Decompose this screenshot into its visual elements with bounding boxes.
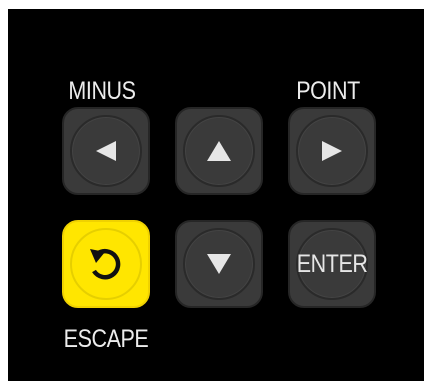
enter-key[interactable]: ENTER — [288, 220, 376, 308]
triangle-left-icon — [96, 141, 116, 161]
keypad-panel: MINUS POINT ENTER ESCAPE — [8, 9, 424, 381]
up-key[interactable] — [175, 107, 263, 195]
left-key[interactable] — [62, 107, 150, 195]
point-label: POINT — [296, 77, 360, 105]
minus-label: MINUS — [68, 77, 136, 105]
down-key[interactable] — [175, 220, 263, 308]
escape-label: ESCAPE — [63, 325, 149, 353]
right-key[interactable] — [288, 107, 376, 195]
triangle-up-icon — [207, 141, 231, 161]
escape-key[interactable] — [62, 220, 150, 308]
rotate-icon — [90, 248, 121, 280]
triangle-right-icon — [322, 141, 342, 161]
triangle-down-icon — [207, 254, 231, 274]
enter-key-label: ENTER — [296, 249, 368, 278]
